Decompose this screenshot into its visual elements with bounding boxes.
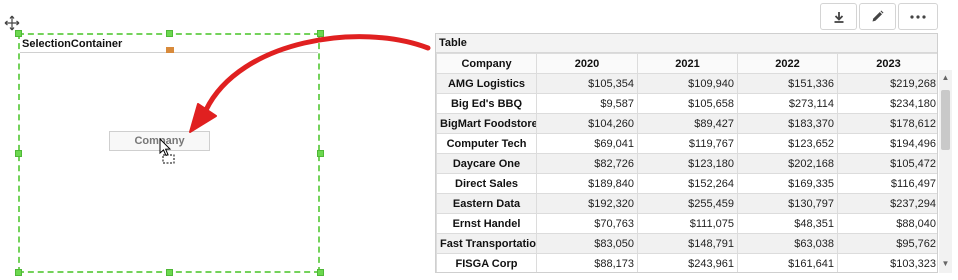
value-cell: $69,041 <box>536 133 638 154</box>
pencil-icon <box>872 10 884 22</box>
scrollbar-thumb[interactable] <box>941 90 950 150</box>
scroll-up-icon[interactable]: ▲ <box>941 74 950 82</box>
value-cell: $148,791 <box>637 233 738 254</box>
resize-handle-ne[interactable] <box>317 30 324 37</box>
value-cell: $9,587 <box>536 93 638 114</box>
value-cell: $130,797 <box>737 193 838 214</box>
download-button[interactable] <box>820 3 857 30</box>
table-row[interactable]: Eastern Data $192,320 $255,459 $130,797 … <box>436 193 937 214</box>
value-cell: $48,351 <box>737 213 838 234</box>
move-icon[interactable] <box>4 15 20 31</box>
value-cell: $178,612 <box>837 113 937 134</box>
value-cell: $219,268 <box>837 73 937 94</box>
value-cell: $104,260 <box>536 113 638 134</box>
table-row[interactable]: Computer Tech $69,041 $119,767 $123,652 … <box>436 133 937 154</box>
table-row[interactable]: FISGA Corp $88,173 $243,961 $161,641 $10… <box>436 253 937 272</box>
more-options-button[interactable] <box>898 3 938 30</box>
value-cell: $192,320 <box>536 193 638 214</box>
company-cell: Big Ed's BBQ <box>436 93 537 114</box>
value-cell: $88,173 <box>536 253 638 272</box>
value-cell: $109,940 <box>637 73 738 94</box>
value-cell: $234,180 <box>837 93 937 114</box>
resize-handle-w[interactable] <box>15 150 22 157</box>
company-cell: AMG Logistics <box>436 73 537 94</box>
scroll-down-icon[interactable]: ▼ <box>941 260 950 268</box>
value-cell: $255,459 <box>637 193 738 214</box>
column-header-2022[interactable]: 2022 <box>737 53 838 74</box>
company-cell: BigMart Foodstores <box>436 113 537 134</box>
value-cell: $105,354 <box>536 73 638 94</box>
download-icon <box>834 11 843 23</box>
table-row[interactable]: Daycare One $82,726 $123,180 $202,168 $1… <box>436 153 937 174</box>
drag-cursor-icon <box>158 137 178 164</box>
table-row[interactable]: Big Ed's BBQ $9,587 $105,658 $273,114 $2… <box>436 93 937 114</box>
table-widget[interactable]: Table Company 2020 2021 2022 2023 AMG Lo… <box>435 33 938 273</box>
company-cell: Fast Transportation <box>436 233 537 254</box>
value-cell: $111,075 <box>637 213 738 234</box>
value-cell: $89,427 <box>637 113 738 134</box>
value-cell: $151,336 <box>737 73 838 94</box>
value-cell: $202,168 <box>737 153 838 174</box>
company-cell: Eastern Data <box>436 193 537 214</box>
data-table: Company 2020 2021 2022 2023 AMG Logistic… <box>436 53 937 272</box>
company-cell: Computer Tech <box>436 133 537 154</box>
table-row[interactable]: Ernst Handel $70,763 $111,075 $48,351 $8… <box>436 213 937 234</box>
value-cell: $116,497 <box>837 173 937 194</box>
table-header-row: Company 2020 2021 2022 2023 <box>436 53 937 74</box>
value-cell: $95,762 <box>837 233 937 254</box>
column-header-company[interactable]: Company <box>436 53 537 74</box>
column-header-2023[interactable]: 2023 <box>837 53 937 74</box>
resize-handle-sw[interactable] <box>15 269 22 276</box>
resize-handle-nw[interactable] <box>15 30 22 37</box>
resize-handle-n[interactable] <box>166 30 173 37</box>
column-header-2021[interactable]: 2021 <box>637 53 738 74</box>
resize-handle-e[interactable] <box>317 150 324 157</box>
table-row[interactable]: AMG Logistics $105,354 $109,940 $151,336… <box>436 73 937 94</box>
table-row[interactable]: BigMart Foodstores $104,260 $89,427 $183… <box>436 113 937 134</box>
value-cell: $63,038 <box>737 233 838 254</box>
value-cell: $82,726 <box>536 153 638 174</box>
value-cell: $273,114 <box>737 93 838 114</box>
value-cell: $119,767 <box>637 133 738 154</box>
edit-button[interactable] <box>859 3 896 30</box>
value-cell: $103,323 <box>837 253 937 272</box>
company-cell: Daycare One <box>436 153 537 174</box>
column-header-2020[interactable]: 2020 <box>536 53 638 74</box>
company-cell: Direct Sales <box>436 173 537 194</box>
value-cell: $243,961 <box>637 253 738 272</box>
value-cell: $105,472 <box>837 153 937 174</box>
value-cell: $194,496 <box>837 133 937 154</box>
value-cell: $237,294 <box>837 193 937 214</box>
table-row[interactable]: Fast Transportation $83,050 $148,791 $63… <box>436 233 937 254</box>
value-cell: $105,658 <box>637 93 738 114</box>
value-cell: $169,335 <box>737 173 838 194</box>
value-cell: $152,264 <box>637 173 738 194</box>
value-cell: $183,370 <box>737 113 838 134</box>
value-cell: $123,652 <box>737 133 838 154</box>
table-title: Table <box>436 34 937 53</box>
drag-grip-handle[interactable] <box>166 47 174 53</box>
value-cell: $123,180 <box>637 153 738 174</box>
value-cell: $70,763 <box>536 213 638 234</box>
company-cell: FISGA Corp <box>436 253 537 272</box>
value-cell: $161,641 <box>737 253 838 272</box>
company-cell: Ernst Handel <box>436 213 537 234</box>
table-row[interactable]: Direct Sales $189,840 $152,264 $169,335 … <box>436 173 937 194</box>
selection-container-title: SelectionContainer <box>22 38 123 50</box>
resize-handle-s[interactable] <box>166 269 173 276</box>
value-cell: $83,050 <box>536 233 638 254</box>
value-cell: $189,840 <box>536 173 638 194</box>
resize-handle-se[interactable] <box>317 269 324 276</box>
value-cell: $88,040 <box>837 213 937 234</box>
more-horizontal-icon <box>910 14 926 19</box>
